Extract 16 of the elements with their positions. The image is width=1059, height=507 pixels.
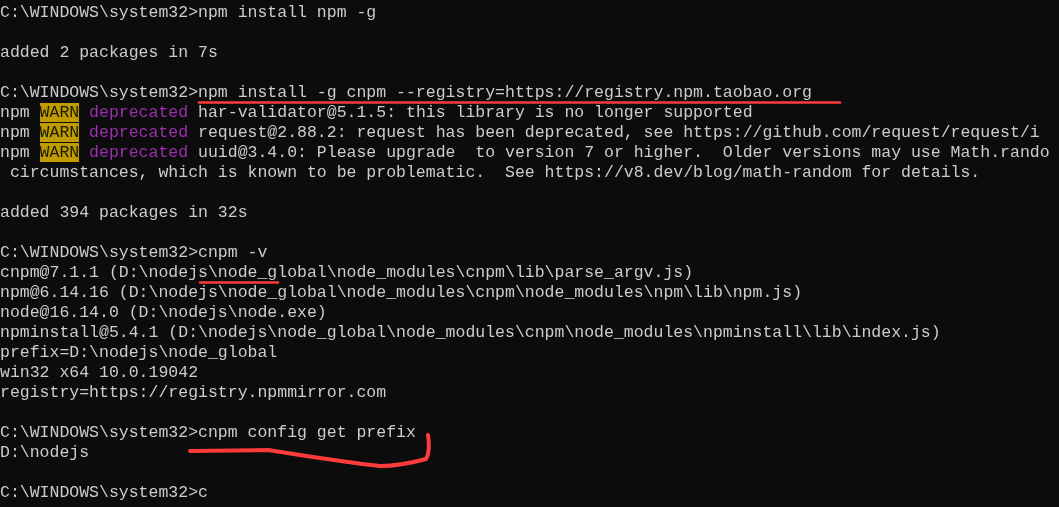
console-line: C:\WINDOWS\system32>cnpm -v	[0, 244, 268, 261]
console-line: C:\WINDOWS\system32>cnpm config get prefix	[0, 424, 416, 441]
console-line: npminstall@5.4.1 (D:\nodejs\node_global\node_modules\cnpm\node_modules\npminstall\lib\index.js)	[0, 324, 941, 341]
console-line: C:\WINDOWS\system32>c	[0, 484, 208, 501]
console-line: win32 x64 10.0.19042	[0, 364, 199, 381]
console-line: npm@6.14.16 (D:\nodejs\node_global\node_modules\cnpm\node_modules\npm\lib\npm.js)	[0, 284, 803, 301]
console-line: circumstances, which is known to be problematic. See https://v8.dev/blog/math-random for details.	[8, 164, 981, 181]
console-line: prefix=D:\nodejs\node_global	[0, 344, 278, 361]
console-line: node@16.14.0 (D:\nodejs\node.exe)	[0, 304, 327, 321]
console-line: cnpm@7.1.1 (D:\nodejs\node_global\node_modules\cnpm\lib\parse_argv.js)	[0, 264, 694, 281]
console-line: C:\WINDOWS\system32>npm install -g cnpm --registry=https://registry.npm.taobao.org	[0, 84, 812, 101]
console-line: registry=https://registry.npmmirror.com	[0, 384, 387, 401]
console-line: C:\WINDOWS\system32>npm install npm -g	[0, 4, 377, 21]
console-line: added 2 packages in 7s	[0, 44, 218, 61]
console-line: added 394 packages in 32s	[0, 204, 248, 221]
console-line: D:\nodejs	[0, 444, 90, 461]
